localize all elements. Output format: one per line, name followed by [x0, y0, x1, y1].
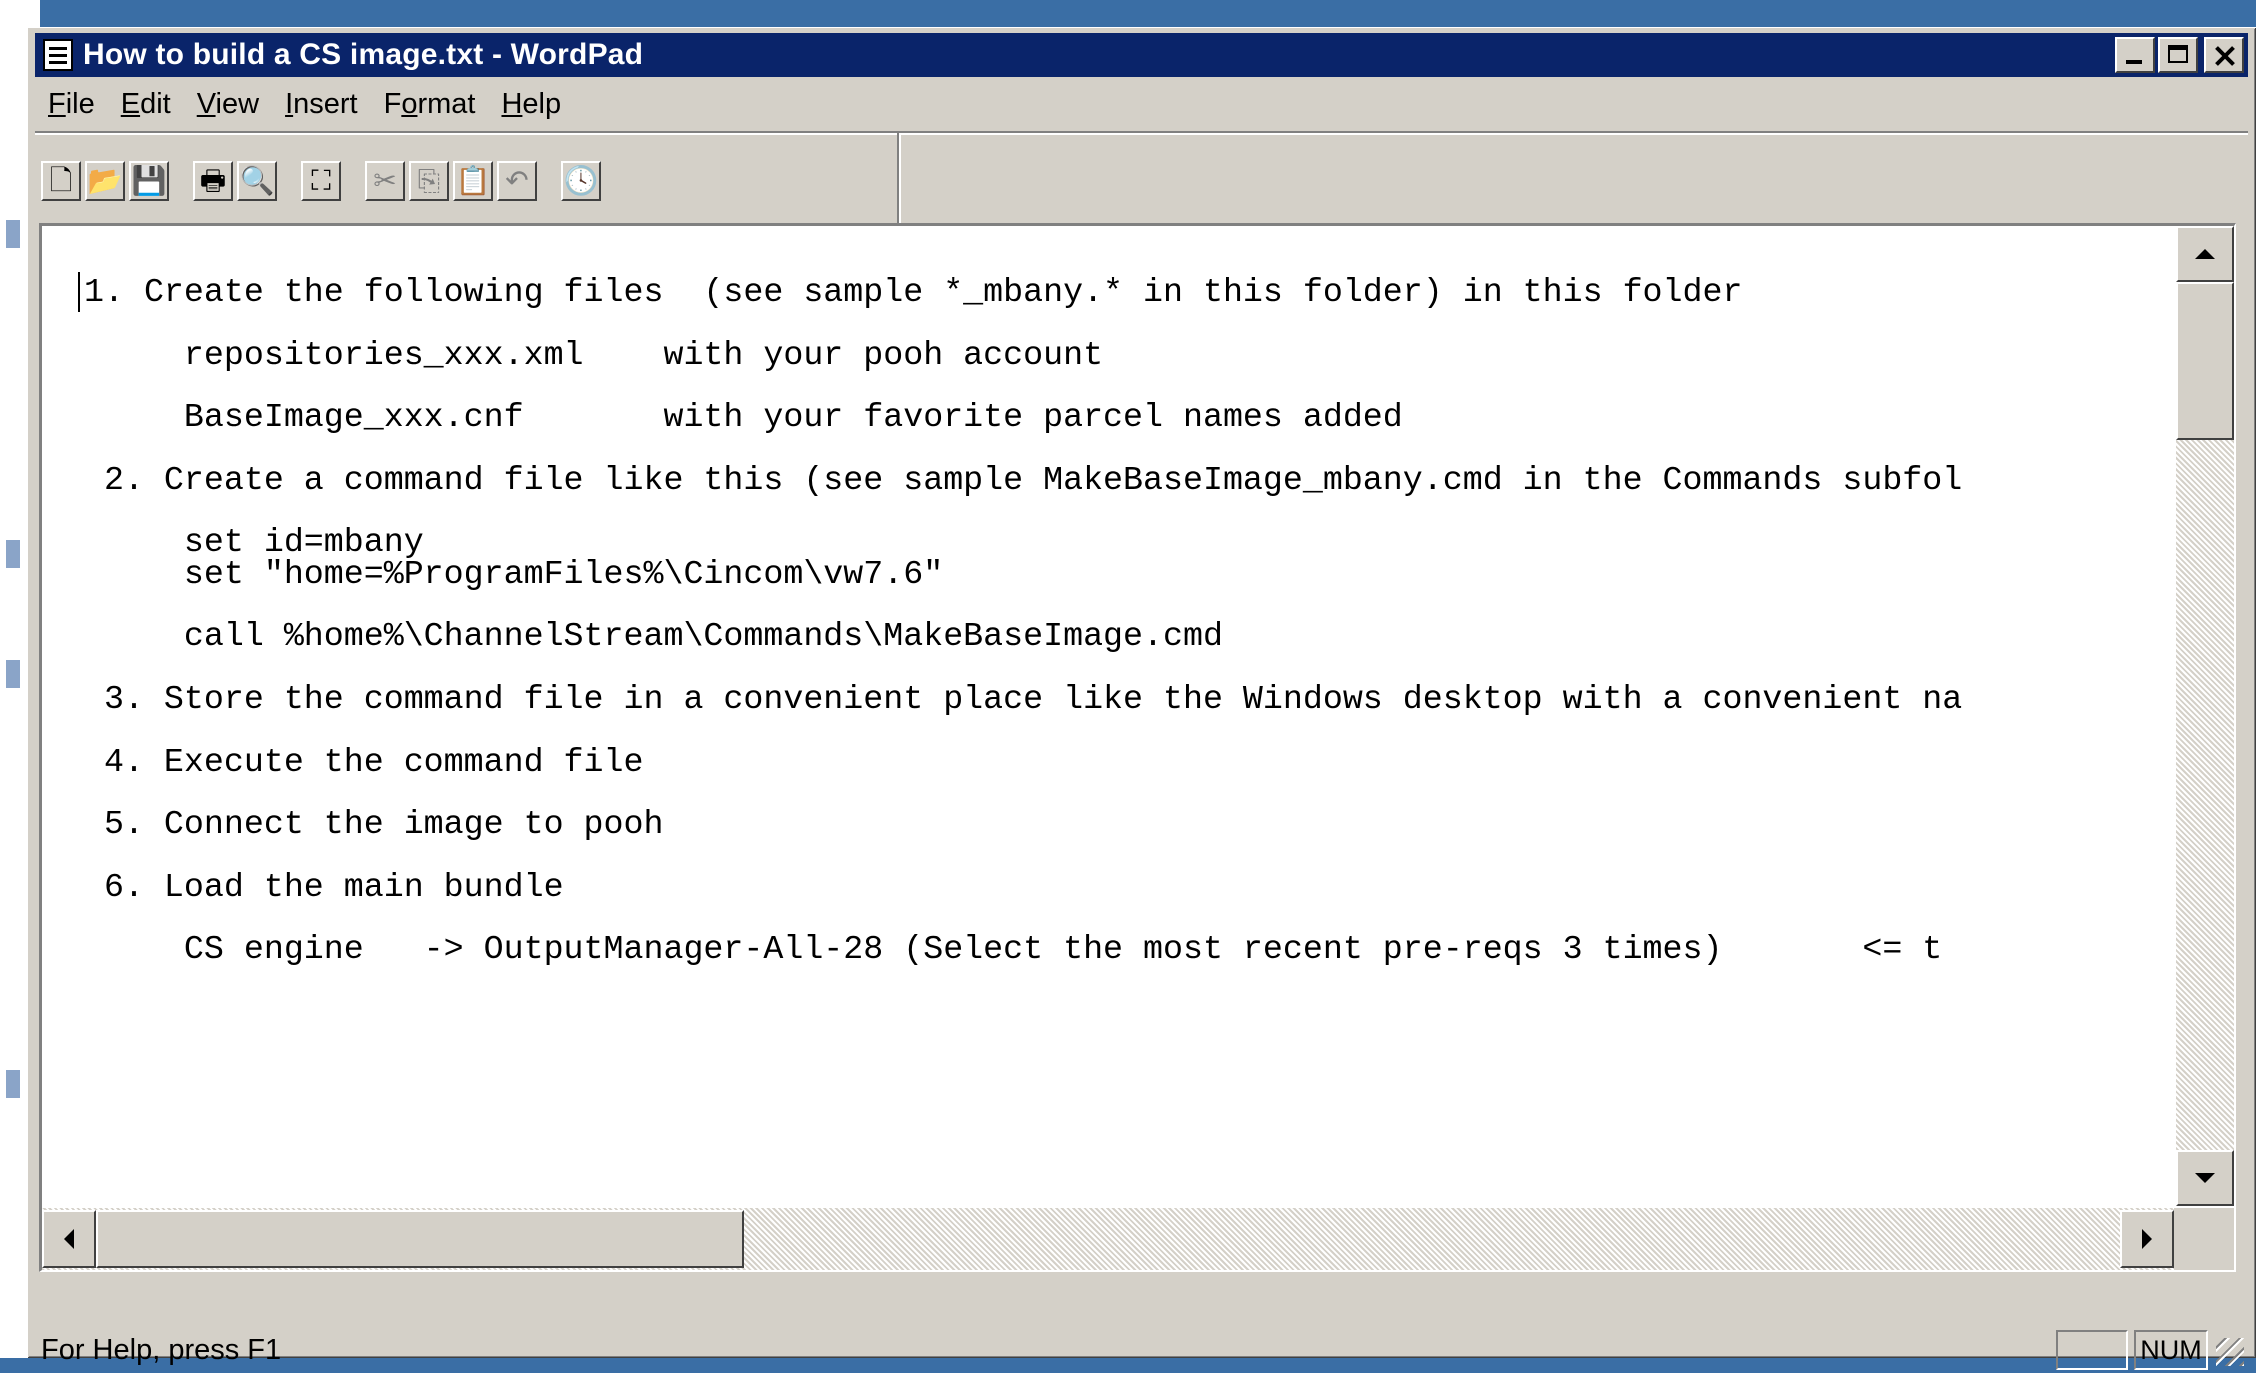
document-text-area[interactable]: 1. Create the following files (see sampl…: [42, 226, 2174, 1206]
document-line: CS engine -> OutputManager-All-28 (Selec…: [84, 930, 1943, 969]
num-lock-indicator: NUM: [2134, 1330, 2208, 1370]
vertical-scrollbar[interactable]: [2176, 226, 2234, 1206]
document-editor[interactable]: 1. Create the following files (see sampl…: [39, 223, 2236, 1272]
copy-button[interactable]: ⎘: [409, 161, 449, 201]
find-button[interactable]: ⛶: [301, 161, 341, 201]
arrow-up-icon: [2195, 249, 2215, 259]
arrow-right-icon: [2142, 1229, 2152, 1249]
new-button[interactable]: 🗋: [41, 161, 81, 201]
close-button[interactable]: [2204, 37, 2244, 73]
paste-button[interactable]: 📋: [453, 161, 493, 201]
new-icon: 🗋: [49, 165, 73, 196]
copy-icon: ⎘: [417, 165, 441, 196]
horizontal-scroll-thumb[interactable]: [96, 1210, 744, 1268]
cut-button[interactable]: ✂: [365, 161, 405, 201]
document-line: call %home%\ChannelStream\Commands\MakeB…: [84, 617, 1223, 656]
edit-toolbar-group: ✂ ⎘ 📋 ↶: [365, 161, 541, 201]
background-sliver: [6, 220, 20, 248]
save-button[interactable]: 💾: [129, 161, 169, 201]
status-panel-empty: [2056, 1330, 2128, 1370]
insert-datetime-button[interactable]: 🕓: [561, 161, 601, 201]
insert-toolbar-group: 🕓: [561, 161, 605, 201]
undo-icon: ↶: [505, 165, 529, 196]
window-title: How to build a CS image.txt - WordPad: [83, 38, 644, 71]
document-line: 3. Store the command file in a convenien…: [84, 679, 1963, 718]
title-bar[interactable]: How to build a CS image.txt - WordPad: [35, 33, 2248, 77]
arrow-down-icon: [2195, 1173, 2215, 1183]
background-sliver: [6, 1070, 20, 1098]
document-line: BaseImage_xxx.cnf with your favorite par…: [84, 398, 1403, 437]
scroll-down-button[interactable]: [2176, 1150, 2234, 1206]
print-toolbar-group: 🖶 🔍: [193, 161, 281, 201]
find-icon: ⛶: [311, 165, 331, 196]
resize-grip[interactable]: [2212, 1330, 2248, 1370]
save-icon: 💾: [131, 165, 167, 196]
horizontal-scrollbar[interactable]: [42, 1208, 2174, 1270]
menu-separator: [35, 131, 2248, 135]
print-preview-icon: 🔍: [239, 165, 275, 196]
background-sliver: [6, 540, 20, 568]
status-bar: For Help, press F1 NUM: [35, 1327, 2248, 1373]
menu-view[interactable]: View: [184, 88, 272, 121]
print-preview-button[interactable]: 🔍: [237, 161, 277, 201]
toolbar-edge: [897, 133, 901, 223]
cut-icon: ✂: [373, 165, 397, 196]
menu-edit[interactable]: Edit: [108, 88, 184, 121]
background-sliver: [6, 660, 20, 688]
menu-insert[interactable]: Insert: [272, 88, 371, 121]
scroll-up-button[interactable]: [2176, 226, 2234, 282]
toolbar: 🗋 📂 💾 🖶 🔍 ⛶ ✂ ⎘ 📋 ↶ 🕓: [41, 143, 625, 219]
wordpad-window: How to build a CS image.txt - WordPad Fi…: [27, 27, 2256, 1370]
document-line: 6. Load the main bundle: [84, 867, 564, 906]
document-line: set "home=%ProgramFiles%\Cincom\vw7.6": [84, 554, 944, 593]
undo-button[interactable]: ↶: [497, 161, 537, 201]
text-caret: [78, 272, 80, 312]
menu-format[interactable]: Format: [371, 88, 489, 121]
status-help-text: For Help, press F1: [41, 1333, 282, 1366]
scrollbar-corner: [2174, 1208, 2234, 1270]
scroll-right-button[interactable]: [2120, 1210, 2174, 1268]
minimize-button[interactable]: [2115, 37, 2155, 73]
file-toolbar-group: 🗋 📂 💾: [41, 161, 173, 201]
open-button[interactable]: 📂: [85, 161, 125, 201]
find-toolbar-group: ⛶: [301, 161, 345, 201]
document-line: repositories_xxx.xml with your pooh acco…: [84, 335, 1104, 374]
menu-help[interactable]: Help: [488, 88, 574, 121]
menu-bar: File Edit View Insert Format Help: [35, 81, 574, 127]
document-line: 4. Execute the command file: [84, 742, 644, 781]
maximize-button[interactable]: [2158, 37, 2198, 73]
print-icon: 🖶: [199, 165, 227, 196]
scroll-left-button[interactable]: [42, 1210, 96, 1268]
menu-file[interactable]: File: [35, 88, 108, 121]
arrow-left-icon: [64, 1229, 74, 1249]
open-icon: 📂: [87, 165, 123, 196]
caption-buttons: [2112, 37, 2244, 73]
print-button[interactable]: 🖶: [193, 161, 233, 201]
document-line: 2. Create a command file like this (see …: [84, 460, 1963, 499]
paste-icon: 📋: [455, 165, 491, 196]
document-line: 5. Connect the image to pooh: [84, 805, 664, 844]
insert-datetime-icon: 🕓: [563, 165, 599, 196]
vertical-scroll-thumb[interactable]: [2176, 282, 2234, 440]
notepad-document-icon[interactable]: [43, 39, 73, 71]
document-line: 1. Create the following files (see sampl…: [84, 273, 1743, 311]
